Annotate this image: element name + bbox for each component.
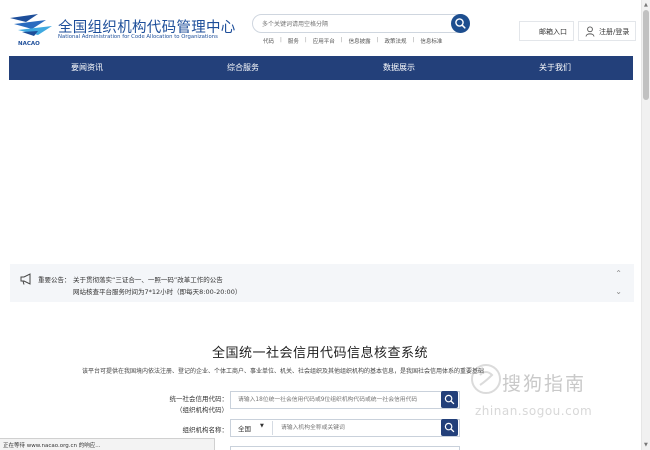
search-button[interactable] xyxy=(451,14,470,33)
scrollbar-thumb[interactable] xyxy=(643,10,649,100)
site-search xyxy=(252,14,470,33)
org-name-label: 组织机构名称： xyxy=(182,426,229,434)
search-icon xyxy=(444,422,455,433)
megaphone-icon xyxy=(20,273,31,285)
nav-item-services[interactable]: 综合服务 xyxy=(165,56,321,80)
nav-item-data[interactable]: 数据展示 xyxy=(321,56,477,80)
link-divider: | xyxy=(376,37,379,43)
org-name-input[interactable] xyxy=(281,422,431,434)
sogou-watermark-icon xyxy=(471,364,501,394)
credit-code-field xyxy=(230,391,460,409)
region-select[interactable]: 全国 ▼ xyxy=(232,420,272,436)
select-divider xyxy=(272,421,273,435)
page-scrollbar[interactable]: ▲ ▼ xyxy=(641,0,650,450)
quick-link-disclosure[interactable]: 信息披露 xyxy=(349,37,371,45)
logo-abbreviation: NACAO xyxy=(18,41,40,47)
third-query-field[interactable] xyxy=(230,446,460,450)
region-select-value: 全国 xyxy=(238,425,251,433)
login-label: 注册/登录 xyxy=(599,28,630,36)
quick-link-service[interactable]: 服务 xyxy=(288,37,299,45)
browser-status-bar: 正在等待 www.nacao.org.cn 的响应... xyxy=(0,438,215,450)
quick-links: 代码 | 服务 | 应用平台 | 信息披露 | 政策法规 | 信息标准 xyxy=(263,37,442,45)
page: 全国组织机构代码管理中心 National Administration for… xyxy=(0,0,650,450)
user-icon xyxy=(585,26,595,37)
main-nav: 要闻资讯 综合服务 数据展示 关于我们 xyxy=(9,56,633,80)
scroll-up-arrow-icon[interactable]: ▲ xyxy=(644,2,648,8)
quick-link-platform[interactable]: 应用平台 xyxy=(313,37,335,45)
caret-down-icon: ▼ xyxy=(260,423,264,429)
credit-code-input[interactable] xyxy=(238,394,433,406)
announcement-link[interactable]: 关于贯彻落实“三证合一、一照一码”改革工作的公告 xyxy=(73,274,223,284)
link-divider: | xyxy=(280,37,282,43)
quick-link-policy[interactable]: 政策法规 xyxy=(385,37,407,45)
nav-item-label: 数据展示 xyxy=(383,63,415,72)
credit-code-sublabel: （组织机构代码） xyxy=(176,406,228,414)
search-icon xyxy=(455,18,466,29)
search-icon xyxy=(444,394,455,405)
site-logo[interactable]: 全国组织机构代码管理中心 National Administration for… xyxy=(8,10,235,50)
watermark-text: 搜狗指南 xyxy=(502,373,587,395)
register-login-button[interactable]: 注册/登录 xyxy=(578,21,636,41)
nav-item-news[interactable]: 要闻资讯 xyxy=(9,56,165,80)
chevron-down-icon[interactable]: ⌄ xyxy=(615,287,622,296)
announcement-label: 重要公告： xyxy=(38,276,71,284)
credit-code-label: 统一社会信用代码： xyxy=(169,395,229,403)
link-divider: | xyxy=(340,37,343,43)
announcement-bar: 重要公告： 关于贯彻落实“三证合一、一照一码”改革工作的公告 网站核查平台服务时… xyxy=(10,264,634,302)
org-name-search-button[interactable] xyxy=(441,419,458,436)
chevron-up-icon[interactable]: ⌃ xyxy=(615,269,622,278)
announcement-service-hours: 网站核查平台服务时间为7*12小时（即每天8:00-20:00） xyxy=(73,288,242,296)
query-system-title: 全国统一社会信用代码信息核查系统 xyxy=(211,346,428,361)
quick-link-standards[interactable]: 信息标准 xyxy=(420,37,442,45)
link-divider: | xyxy=(412,37,415,43)
nav-item-about[interactable]: 关于我们 xyxy=(477,56,633,80)
quick-link-code[interactable]: 代码 xyxy=(263,37,274,45)
search-input[interactable] xyxy=(262,17,442,31)
mail-entry-button[interactable]: 邮箱入口 xyxy=(519,21,574,41)
watermark-url: zhinan.sogou.com xyxy=(475,404,593,418)
query-system-description: 该平台可提供在我国境内依法注册、登记的企业、个体工商户、事业单位、机关、社会组织… xyxy=(82,368,485,375)
scroll-down-arrow-icon[interactable]: ▼ xyxy=(644,442,648,448)
logo-subtitle: National Administration for Code Allocat… xyxy=(58,34,218,40)
nav-item-label: 综合服务 xyxy=(227,63,259,72)
credit-code-search-button[interactable] xyxy=(441,391,458,408)
link-divider: | xyxy=(304,37,307,43)
nav-item-label: 要闻资讯 xyxy=(71,63,103,72)
nav-item-label: 关于我们 xyxy=(539,63,571,72)
